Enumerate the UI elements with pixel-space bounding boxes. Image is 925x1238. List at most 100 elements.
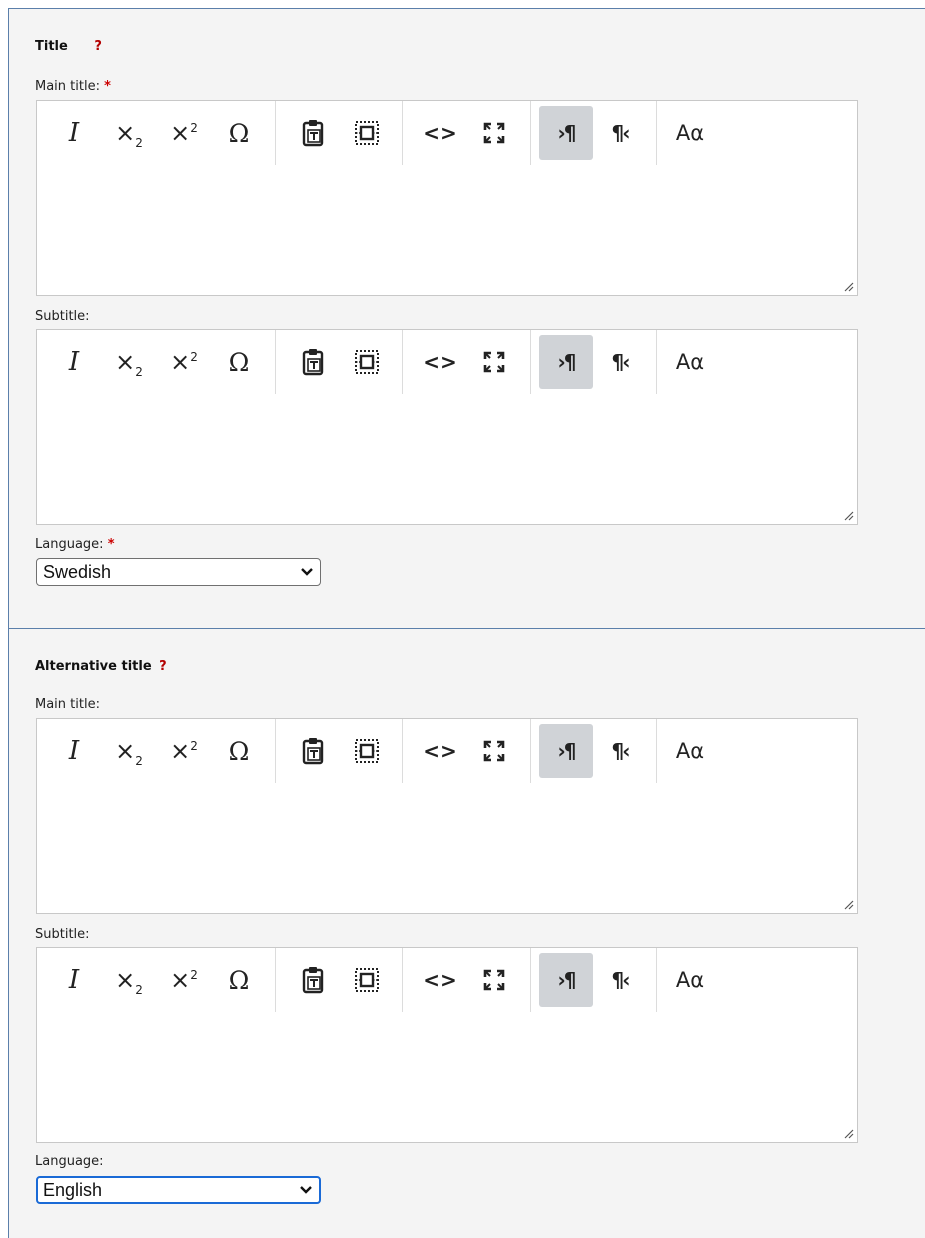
italic-icon: I: [68, 118, 80, 148]
text-direction-rtl-button[interactable]: ¶‹: [593, 335, 647, 389]
superscript-button[interactable]: ×2: [157, 106, 211, 160]
subtitle-edit-area[interactable]: [37, 394, 857, 497]
language-select[interactable]: Swedish: [36, 558, 321, 586]
superscript-button[interactable]: ×2: [157, 724, 211, 778]
language-label: Language: *: [35, 537, 115, 552]
alternative-title-heading-text: Alternative title: [35, 659, 152, 674]
title-heading-text: Title: [35, 39, 68, 54]
title-help-link[interactable]: ?: [94, 39, 102, 54]
paste-as-text-icon: [302, 349, 324, 376]
toolbar-group-direction: ›¶ ¶‹: [531, 330, 657, 394]
subscript-button[interactable]: ×2: [102, 335, 156, 389]
paste-as-text-icon: [302, 738, 324, 765]
subscript-button[interactable]: ×2: [102, 106, 156, 160]
required-marker: *: [107, 537, 115, 552]
subtitle-label: Subtitle:: [35, 927, 90, 942]
styles-button[interactable]: Aα: [663, 724, 717, 778]
text-direction-rtl-icon: ¶‹: [611, 968, 631, 992]
toolbar-group-direction: ›¶ ¶‹: [531, 101, 657, 165]
resize-handle-icon[interactable]: [842, 280, 854, 292]
toolbar-group-styles: Aα: [657, 101, 727, 165]
text-direction-ltr-button[interactable]: ›¶: [539, 724, 593, 778]
text-direction-ltr-button[interactable]: ›¶: [539, 953, 593, 1007]
resize-handle-icon[interactable]: [842, 1127, 854, 1139]
chevron-down-icon: [300, 1186, 312, 1194]
main-title-edit-area[interactable]: [37, 165, 857, 268]
paste-as-text-button[interactable]: [286, 724, 340, 778]
italic-icon: I: [68, 736, 80, 766]
toolbar-group-document: <>: [403, 330, 531, 394]
main-title-label: Main title: *: [35, 79, 111, 94]
resize-handle-icon[interactable]: [842, 898, 854, 910]
paste-as-text-button[interactable]: [286, 953, 340, 1007]
styles-button[interactable]: Aα: [663, 953, 717, 1007]
title-panel: Title ? Main title: * I ×2 ×2 Ω <> ›¶ ¶‹…: [8, 8, 925, 628]
alternative-title-heading: Alternative title ?: [35, 659, 167, 674]
subtitle-label-text: Subtitle:: [35, 927, 90, 942]
resize-handle-icon[interactable]: [842, 509, 854, 521]
text-direction-ltr-button[interactable]: ›¶: [539, 106, 593, 160]
special-character-button[interactable]: Ω: [212, 953, 266, 1007]
show-blocks-button[interactable]: [340, 953, 394, 1007]
show-blocks-button[interactable]: [340, 724, 394, 778]
toolbar-group-basic: I ×2 ×2 Ω: [37, 948, 276, 1012]
language-label-text: Language:: [35, 537, 104, 552]
superscript-icon: ×2: [170, 119, 198, 147]
alt-subtitle-edit-area[interactable]: [37, 1012, 857, 1115]
text-direction-rtl-button[interactable]: ¶‹: [593, 106, 647, 160]
toolbar-group-basic: I ×2 ×2 Ω: [37, 330, 276, 394]
main-title-editor: I ×2 ×2 Ω <> ›¶ ¶‹ Aα: [36, 100, 858, 296]
language-label-text: Language:: [35, 1154, 104, 1169]
italic-button[interactable]: I: [47, 106, 101, 160]
alternative-title-help-link[interactable]: ?: [159, 659, 167, 674]
show-blocks-button[interactable]: [340, 335, 394, 389]
italic-button[interactable]: I: [47, 724, 101, 778]
toolbar-group-styles: Aα: [657, 330, 727, 394]
main-title-label: Main title:: [35, 697, 100, 712]
superscript-button[interactable]: ×2: [157, 335, 211, 389]
editor-toolbar: I ×2 ×2 Ω <> ›¶ ¶‹ Aα: [37, 719, 857, 784]
text-direction-ltr-button[interactable]: ›¶: [539, 335, 593, 389]
show-blocks-icon: [355, 968, 379, 992]
paste-as-text-button[interactable]: [286, 335, 340, 389]
maximize-button[interactable]: [467, 335, 521, 389]
source-code-button[interactable]: <>: [413, 335, 467, 389]
italic-button[interactable]: I: [47, 335, 101, 389]
toolbar-group-document: <>: [403, 101, 531, 165]
source-code-button[interactable]: <>: [413, 953, 467, 1007]
text-direction-rtl-button[interactable]: ¶‹: [593, 724, 647, 778]
maximize-icon: [483, 351, 505, 373]
maximize-button[interactable]: [467, 953, 521, 1007]
paste-as-text-icon: [302, 120, 324, 147]
italic-button[interactable]: I: [47, 953, 101, 1007]
source-code-button[interactable]: <>: [413, 724, 467, 778]
toolbar-group-direction: ›¶ ¶‹: [531, 948, 657, 1012]
source-code-icon: <>: [423, 739, 457, 763]
styles-button[interactable]: Aα: [663, 335, 717, 389]
page: Title ? Main title: * I ×2 ×2 Ω <> ›¶ ¶‹…: [0, 0, 925, 1238]
special-character-button[interactable]: Ω: [212, 724, 266, 778]
maximize-button[interactable]: [467, 106, 521, 160]
subscript-button[interactable]: ×2: [102, 724, 156, 778]
special-character-button[interactable]: Ω: [212, 106, 266, 160]
show-blocks-icon: [355, 350, 379, 374]
subscript-button[interactable]: ×2: [102, 953, 156, 1007]
subscript-icon: ×2: [115, 348, 143, 379]
text-direction-rtl-button[interactable]: ¶‹: [593, 953, 647, 1007]
styles-button[interactable]: Aα: [663, 106, 717, 160]
source-code-icon: <>: [423, 121, 457, 145]
source-code-icon: <>: [423, 350, 457, 374]
maximize-icon: [483, 740, 505, 762]
show-blocks-button[interactable]: [340, 106, 394, 160]
alt-language-select[interactable]: English: [36, 1176, 321, 1204]
paste-as-text-button[interactable]: [286, 106, 340, 160]
superscript-button[interactable]: ×2: [157, 953, 211, 1007]
main-title-label-text: Main title:: [35, 697, 100, 712]
title-heading: Title ?: [35, 39, 102, 54]
special-character-button[interactable]: Ω: [212, 335, 266, 389]
text-direction-rtl-icon: ¶‹: [611, 350, 631, 374]
alt-main-title-edit-area[interactable]: [37, 783, 857, 886]
chevron-down-icon: [301, 568, 313, 576]
maximize-button[interactable]: [467, 724, 521, 778]
source-code-button[interactable]: <>: [413, 106, 467, 160]
